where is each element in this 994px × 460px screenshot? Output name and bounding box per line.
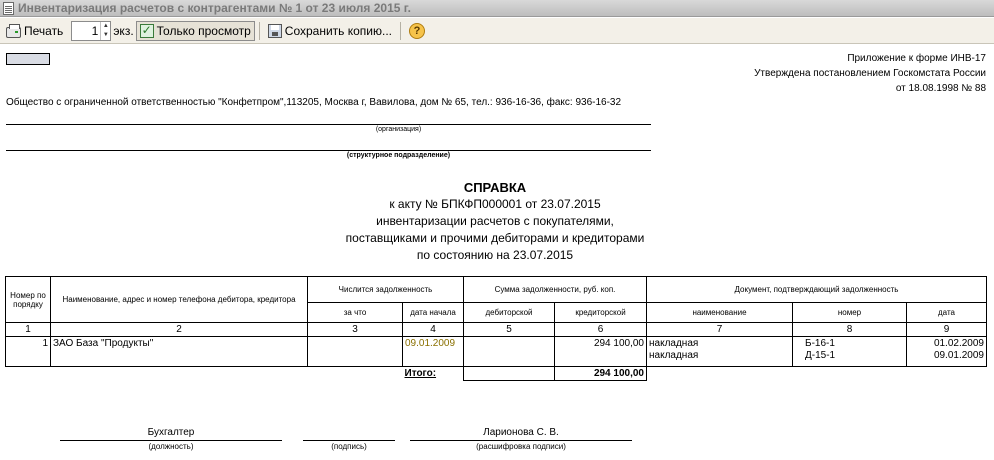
document-heading: СПРАВКА к акту № БПКФП000001 от 23.07.20…	[280, 179, 710, 264]
column-number: 5	[463, 322, 555, 337]
copies-input[interactable]	[72, 21, 101, 40]
copies-spin-arrows[interactable]: ▲ ▼	[100, 21, 110, 40]
help-icon: ?	[409, 22, 426, 39]
doc-date: 09.01.2009	[933, 350, 984, 361]
heading-line-3: поставщиками и прочими дебиторами и кред…	[345, 231, 645, 245]
department-caption: (структурное подразделение)	[346, 152, 451, 159]
heading-line-2: инвентаризации расчетов с покупателями,	[376, 214, 614, 228]
window-title-bar: Инвентаризация расчетов с контрагентами …	[0, 0, 994, 17]
selected-cell[interactable]	[6, 53, 50, 65]
cell-start-date: 09.01.2009	[402, 336, 464, 367]
copies-stepper[interactable]: ▲ ▼	[71, 20, 112, 41]
doc-name: накладная	[649, 350, 699, 361]
column-number: 4	[402, 322, 464, 337]
column-number: 6	[554, 322, 647, 337]
cell-doc-names: накладная накладная	[646, 336, 793, 367]
signature-caption: (подпись)	[331, 442, 367, 451]
view-only-toggle[interactable]: Только просмотр	[135, 20, 255, 41]
heading-line-1: к акту № БПКФП000001 от 23.07.2015	[389, 197, 601, 211]
column-number: 1	[5, 322, 51, 337]
header-debt-group: Числится задолженность	[307, 276, 464, 303]
header-doc-number: номер	[792, 302, 907, 323]
header-for-what: за что	[307, 302, 403, 323]
column-number: 2	[50, 322, 308, 337]
save-copy-label: Сохранить копию...	[284, 23, 393, 38]
view-only-icon	[139, 23, 154, 38]
cell-doc-numbers: Б-16-1 Д-15-1	[792, 336, 907, 367]
print-button-label: Печать	[24, 23, 64, 38]
position-caption: (должность)	[148, 442, 194, 451]
spin-up-icon[interactable]: ▲	[101, 22, 110, 31]
appendix-line-3: от 18.08.1998 № 88	[895, 83, 986, 94]
name-underline	[410, 440, 632, 441]
spin-down-icon[interactable]: ▼	[101, 31, 110, 40]
signature-underline	[303, 440, 395, 441]
print-button[interactable]: Печать	[2, 21, 67, 41]
organization-caption: (организация)	[375, 126, 422, 133]
help-button[interactable]: ?	[405, 21, 432, 41]
doc-date: 01.02.2009	[933, 338, 984, 349]
table-row: 1 ЗАО База "Продукты" 09.01.2009 294 100…	[5, 336, 987, 367]
header-start-date: дата начала	[402, 302, 464, 323]
toolbar-separator	[258, 21, 260, 40]
window-title: Инвентаризация расчетов с контрагентами …	[18, 1, 411, 15]
cell-doc-dates: 01.02.2009 09.01.2009	[906, 336, 987, 367]
header-doc-name: наименование	[646, 302, 793, 323]
printer-icon	[6, 23, 21, 38]
document-icon	[3, 1, 14, 15]
header-row-number: Номер по порядку	[5, 276, 51, 323]
appendix-line-1: Приложение к форме ИНВ-17	[847, 53, 986, 64]
save-copy-button[interactable]: Сохранить копию...	[264, 21, 396, 41]
doc-name: накладная	[649, 338, 699, 349]
header-name: Наименование, адрес и номер телефона деб…	[50, 276, 308, 323]
debts-table: Номер по порядку Наименование, адрес и н…	[5, 276, 987, 381]
doc-number: Д-15-1	[805, 350, 836, 361]
header-doc-date: дата	[906, 302, 987, 323]
heading-title: СПРАВКА	[463, 180, 527, 195]
column-number: 8	[792, 322, 907, 337]
header-credit: кредиторской	[554, 302, 647, 323]
save-icon	[267, 23, 282, 38]
total-label: Итого:	[404, 368, 437, 380]
cell-row-number: 1	[5, 336, 51, 367]
total-debit	[463, 366, 555, 381]
toolbar-separator	[400, 21, 402, 40]
column-number: 7	[646, 322, 793, 337]
cell-credit: 294 100,00	[554, 336, 647, 367]
position-underline	[60, 440, 282, 441]
column-number: 9	[906, 322, 987, 337]
header-document-group: Документ, подтверждающий задолженность	[646, 276, 987, 303]
name-caption: (расшифровка подписи)	[476, 442, 566, 451]
signature-position: Бухгалтер	[147, 427, 195, 438]
view-only-label: Только просмотр	[156, 23, 251, 38]
header-debit: дебиторской	[463, 302, 555, 323]
cell-counterparty-name: ЗАО База "Продукты"	[50, 336, 308, 367]
doc-number: Б-16-1	[805, 338, 835, 349]
organization-underline	[6, 124, 651, 125]
total-credit: 294 100,00	[554, 366, 647, 381]
copies-unit-label: экз.	[113, 23, 134, 38]
organization-text: Общество с ограниченной ответственностью…	[6, 97, 622, 108]
spreadsheet-document[interactable]: Приложение к форме ИНВ-17 Утверждена пос…	[0, 45, 994, 460]
cell-debit	[463, 336, 555, 367]
header-sum-group: Сумма задолженности, руб. коп.	[463, 276, 647, 303]
toolbar: Печать ▲ ▼ экз. Только просмотр Сохранит…	[0, 18, 994, 44]
signature-name: Ларионова С. В.	[483, 427, 559, 438]
cell-for-what	[307, 336, 403, 367]
appendix-line-2: Утверждена постановлением Госкомстата Ро…	[754, 68, 986, 79]
department-underline	[6, 150, 651, 151]
heading-line-4: по состоянию на 23.07.2015	[416, 248, 574, 262]
column-number: 3	[307, 322, 403, 337]
